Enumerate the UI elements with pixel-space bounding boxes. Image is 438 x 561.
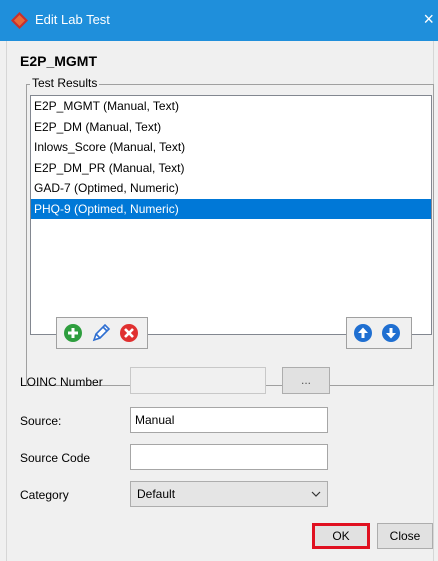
title-bar: Edit Lab Test × bbox=[0, 0, 438, 41]
source-field[interactable]: Manual bbox=[130, 407, 328, 433]
ok-button[interactable]: OK bbox=[312, 523, 370, 549]
delete-button[interactable] bbox=[117, 321, 141, 345]
category-label: Category bbox=[20, 488, 69, 502]
category-value: Default bbox=[137, 487, 176, 501]
close-button[interactable]: Close bbox=[377, 523, 433, 549]
chevron-down-icon bbox=[311, 491, 321, 497]
test-results-label: Test Results bbox=[30, 76, 100, 90]
list-item[interactable]: E2P_DM (Manual, Text) bbox=[31, 117, 431, 138]
dialog-body: E2P_MGMT Test Results E2P_MGMT (Manual, … bbox=[0, 41, 438, 561]
source-code-field[interactable] bbox=[130, 444, 328, 470]
edit-button[interactable] bbox=[89, 321, 113, 345]
add-button[interactable] bbox=[61, 321, 85, 345]
move-up-button[interactable] bbox=[351, 321, 375, 345]
app-logo-icon bbox=[11, 12, 28, 29]
move-down-icon bbox=[382, 324, 400, 342]
list-order-toolbar bbox=[346, 317, 412, 349]
left-edge bbox=[0, 41, 7, 561]
move-up-icon bbox=[354, 324, 372, 342]
source-label: Source: bbox=[20, 414, 62, 428]
test-name-heading: E2P_MGMT bbox=[20, 53, 98, 69]
add-icon bbox=[64, 324, 82, 342]
list-item-selected[interactable]: PHQ-9 (Optimed, Numeric) bbox=[31, 198, 431, 219]
loinc-browse-button[interactable]: ... bbox=[282, 367, 330, 394]
loinc-number-field[interactable] bbox=[130, 367, 266, 394]
edit-icon bbox=[92, 323, 111, 342]
list-item[interactable]: E2P_MGMT (Manual, Text) bbox=[31, 96, 431, 117]
test-results-list[interactable]: E2P_MGMT (Manual, Text) E2P_DM (Manual, … bbox=[30, 95, 432, 335]
list-item[interactable]: GAD-7 (Optimed, Numeric) bbox=[31, 178, 431, 199]
category-select[interactable]: Default bbox=[130, 481, 328, 507]
move-down-button[interactable] bbox=[379, 321, 403, 345]
list-item[interactable]: Inlows_Score (Manual, Text) bbox=[31, 137, 431, 158]
window-close-button[interactable]: × bbox=[423, 9, 434, 29]
loinc-number-label: LOINC Number bbox=[20, 375, 103, 389]
list-edit-toolbar bbox=[56, 317, 148, 349]
list-item[interactable]: E2P_DM_PR (Manual, Text) bbox=[31, 158, 431, 179]
source-code-label: Source Code bbox=[20, 451, 91, 465]
window-title: Edit Lab Test bbox=[35, 12, 110, 27]
delete-icon bbox=[120, 324, 138, 342]
